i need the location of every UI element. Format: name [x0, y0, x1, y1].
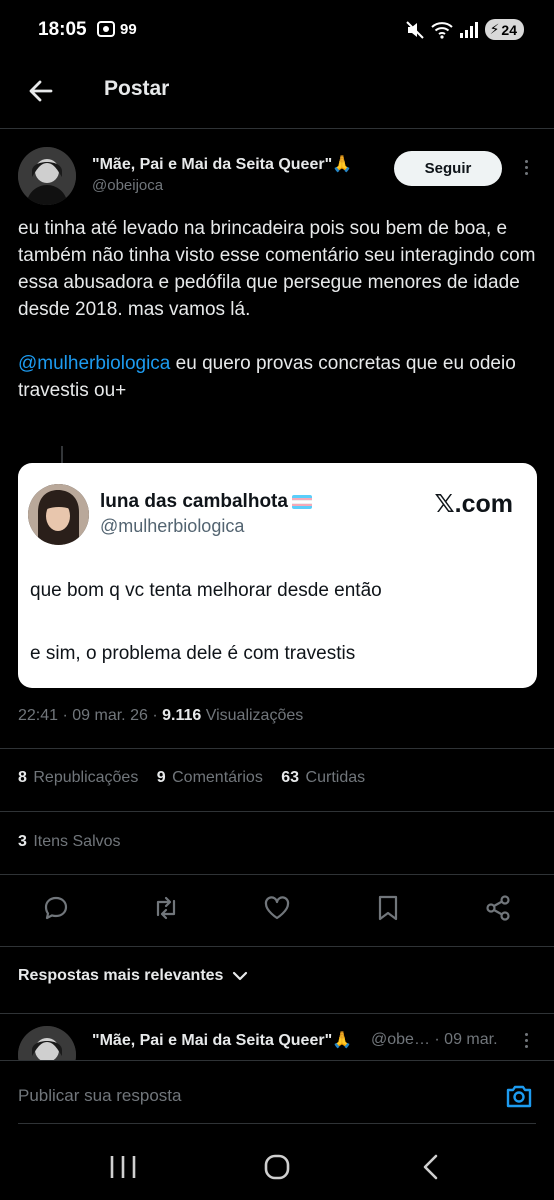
- reposts-stat[interactable]: 8 Republicações: [18, 769, 138, 786]
- status-time: 18:05: [38, 19, 87, 40]
- mute-icon: [405, 20, 424, 39]
- share-icon: [486, 895, 510, 921]
- bolt-icon: ⚡: [489, 21, 500, 37]
- author-handle[interactable]: @obeijoca: [92, 177, 163, 194]
- views-count: 9.116: [162, 707, 202, 724]
- meta-divider: [0, 748, 554, 749]
- back-arrow-icon: [29, 80, 53, 102]
- views-label: Visualizações: [205, 707, 304, 724]
- quote-avatar: [28, 484, 89, 545]
- post-paragraph: eu tinha até levado na brincadeira pois …: [18, 218, 536, 320]
- reply-author-handle: @obe… · 09 mar.: [371, 1031, 498, 1048]
- status-bar: 18:05 99 ⚡ 24: [0, 0, 554, 60]
- quote-author-handle: @mulherbiologica: [100, 516, 245, 536]
- battery-indicator: ⚡ 24: [484, 19, 524, 40]
- back-button[interactable]: [24, 74, 58, 108]
- actions-divider: [0, 946, 554, 947]
- reply-button[interactable]: [41, 893, 71, 923]
- replies-divider: [0, 1013, 554, 1014]
- camera-icon: [506, 1085, 532, 1108]
- page-title: Postar: [104, 77, 170, 100]
- post-date: 09 mar. 26: [72, 707, 148, 724]
- camera-button[interactable]: [504, 1081, 534, 1111]
- post-meta: 22:41 · 09 mar. 26 · 9.116 Visualizações: [18, 707, 304, 724]
- composer-underline: [18, 1123, 536, 1124]
- quote-author-name: luna das cambalhota: [100, 491, 312, 513]
- chevron-down-icon: [233, 971, 248, 981]
- saved-stat[interactable]: 3 Itens Salvos: [18, 833, 121, 851]
- author-avatar[interactable]: [18, 147, 76, 205]
- recents-button[interactable]: [106, 1152, 140, 1182]
- post-text: eu tinha até levado na brincadeira pois …: [18, 215, 538, 431]
- signal-icon: [459, 21, 478, 38]
- x-logo: 𝕏.com: [434, 490, 514, 518]
- like-icon: [264, 896, 290, 920]
- bookmark-icon: [378, 895, 398, 921]
- home-icon: [264, 1154, 290, 1180]
- screenshot-icon: [97, 21, 115, 37]
- replies-sort-dropdown[interactable]: Respostas mais relevantes: [18, 967, 249, 985]
- saved-divider: [0, 874, 554, 875]
- author-name[interactable]: "Mãe, Pai e Mai da Seita Queer"🙏: [92, 154, 352, 174]
- recents-icon: [110, 1156, 136, 1178]
- quote-line: e sim, o problema dele é com travestis: [30, 643, 356, 664]
- post-stats: 8 Republicações 9 Comentários 63 Curtida…: [18, 769, 379, 787]
- thread-connector: [61, 446, 63, 464]
- repost-button[interactable]: [151, 893, 181, 923]
- home-button[interactable]: [260, 1152, 294, 1182]
- avatar-image: [18, 147, 76, 205]
- reply-composer: Publicar sua resposta: [0, 1060, 554, 1132]
- repost-icon: [156, 896, 176, 920]
- share-button[interactable]: [483, 893, 513, 923]
- reply-more-icon[interactable]: [523, 1033, 529, 1048]
- header-divider: [0, 128, 554, 129]
- notification-count: 99: [120, 20, 137, 38]
- top-app-bar: Postar: [0, 60, 554, 126]
- like-button[interactable]: [262, 893, 292, 923]
- bookmark-button[interactable]: [373, 893, 403, 923]
- more-icon[interactable]: [523, 160, 529, 175]
- follow-button[interactable]: Seguir: [394, 151, 502, 186]
- post-time: 22:41: [18, 707, 59, 724]
- trans-flag-icon: [291, 494, 312, 509]
- nav-back-button[interactable]: [414, 1152, 448, 1182]
- quote-line: que bom q vc tenta melhorar desde então: [30, 580, 382, 601]
- system-nav-bar: [0, 1132, 554, 1200]
- reply-author-name[interactable]: "Mãe, Pai e Mai da Seita Queer"🙏: [92, 1030, 352, 1050]
- post-paragraph: @mulherbiologica eu quero provas concret…: [18, 353, 516, 401]
- avatar-image: [28, 484, 89, 545]
- mention-link[interactable]: @mulherbiologica: [18, 353, 170, 374]
- replies-sort-label: Respostas mais relevantes: [18, 967, 224, 984]
- reply-input[interactable]: Publicar sua resposta: [18, 1086, 181, 1106]
- comments-stat[interactable]: 9 Comentários: [157, 769, 263, 786]
- stats-divider: [0, 811, 554, 812]
- back-icon: [423, 1154, 438, 1180]
- reply-icon: [44, 896, 68, 920]
- likes-stat[interactable]: 63 Curtidas: [281, 769, 365, 786]
- wifi-icon: [430, 21, 453, 39]
- quoted-post-card[interactable]: luna das cambalhota @mulherbiologica 𝕏.c…: [18, 463, 537, 688]
